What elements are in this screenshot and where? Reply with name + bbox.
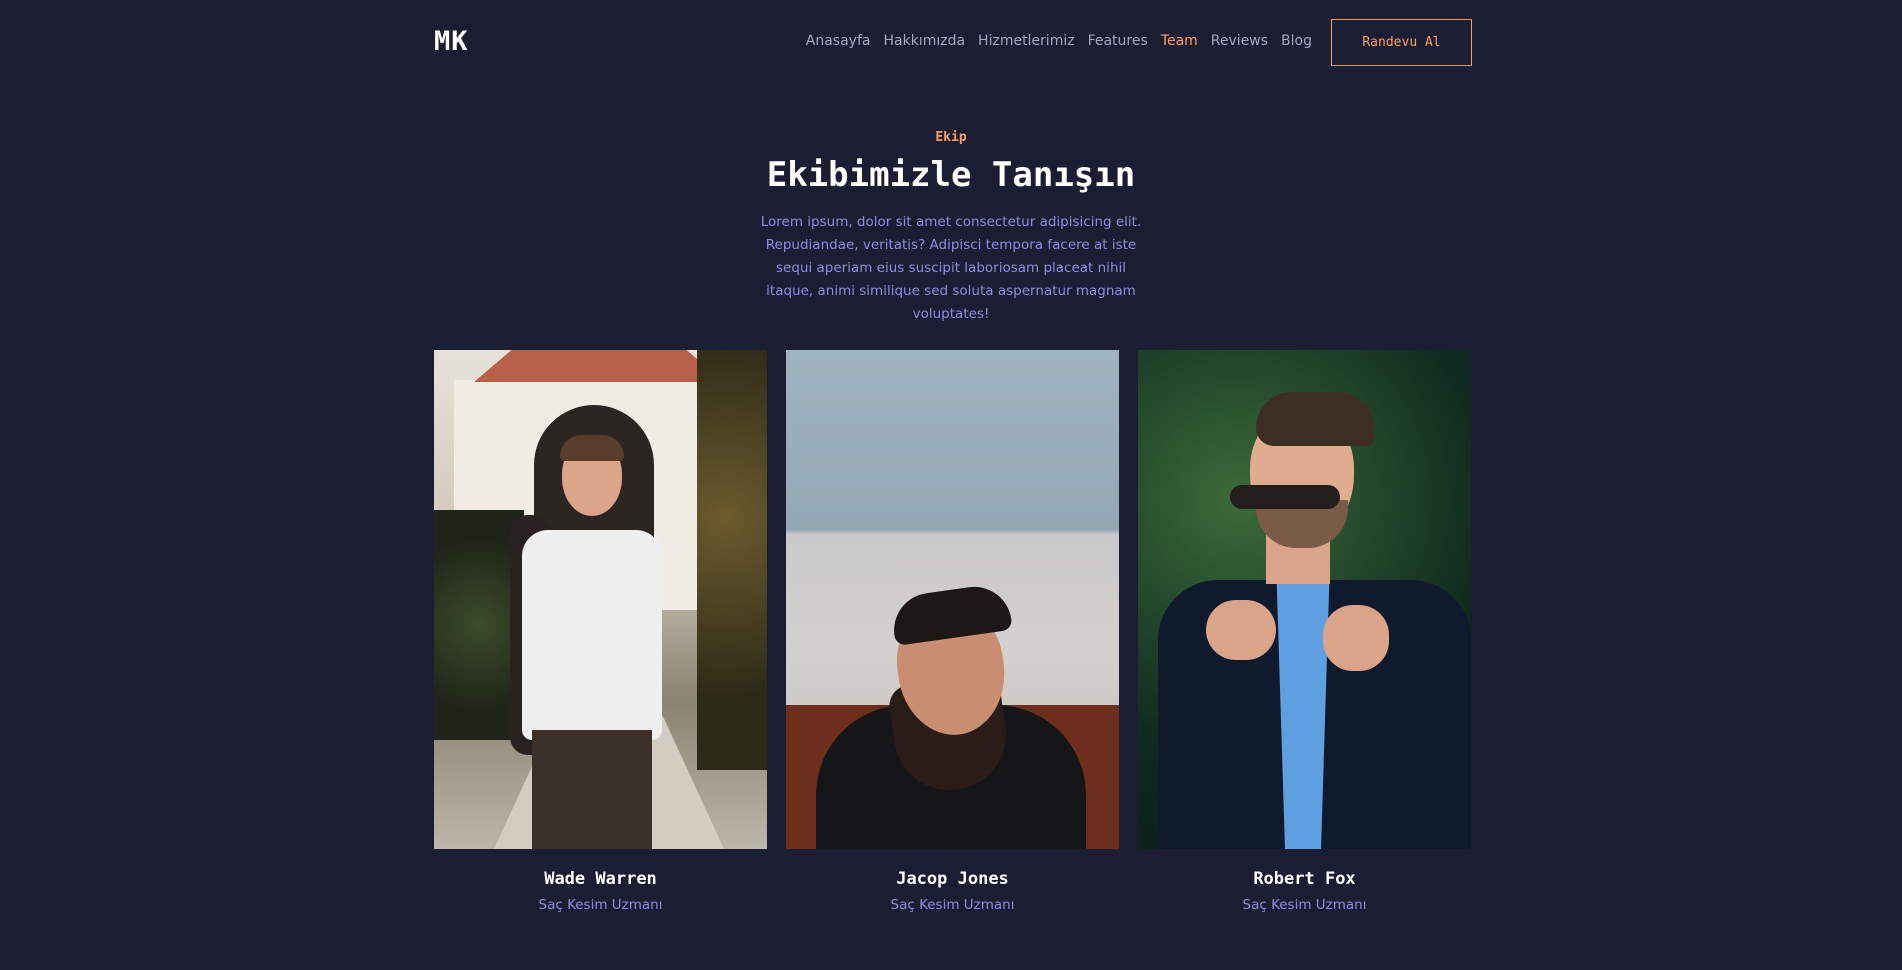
team-member-role: Saç Kesim Uzmanı xyxy=(1242,897,1367,913)
nav-item-blog[interactable]: Blog xyxy=(1281,33,1312,49)
team-member-role: Saç Kesim Uzmanı xyxy=(890,897,1015,913)
team-member-name: Robert Fox xyxy=(1253,869,1356,889)
nav-item-hizmetlerimiz[interactable]: Hizmetlerimiz xyxy=(978,33,1075,49)
team-member-role: Saç Kesim Uzmanı xyxy=(538,897,663,913)
team-member-name: Jacop Jones xyxy=(896,869,1009,889)
team-card: Wade Warren Saç Kesim Uzmanı xyxy=(434,350,767,913)
nav-item-hakkimizda[interactable]: Hakkımızda xyxy=(883,33,965,49)
nav-item-anasayfa[interactable]: Anasayfa xyxy=(806,33,871,49)
team-member-photo xyxy=(434,350,767,849)
main-nav: Anasayfa Hakkımızda Hizmetlerimiz Featur… xyxy=(806,33,1312,49)
section-title: Ekibimizle Tanışın xyxy=(766,155,1136,195)
team-member-photo xyxy=(786,350,1119,849)
team-member-name: Wade Warren xyxy=(544,869,657,889)
nav-item-team[interactable]: Team xyxy=(1161,33,1198,49)
team-member-photo xyxy=(1138,350,1471,849)
section-eyebrow: Ekip xyxy=(935,130,967,145)
appointment-button[interactable]: Randevu Al xyxy=(1331,19,1472,66)
team-card: Robert Fox Saç Kesim Uzmanı xyxy=(1138,350,1471,913)
page: MK Anasayfa Hakkımızda Hizmetlerimiz Fea… xyxy=(0,0,1902,970)
section-description: Lorem ipsum, dolor sit amet consectetur … xyxy=(760,214,1142,322)
nav-item-reviews[interactable]: Reviews xyxy=(1211,33,1268,49)
site-logo[interactable]: MK xyxy=(434,26,469,57)
nav-item-features[interactable]: Features xyxy=(1088,33,1148,49)
team-card: Jacop Jones Saç Kesim Uzmanı xyxy=(786,350,1119,913)
